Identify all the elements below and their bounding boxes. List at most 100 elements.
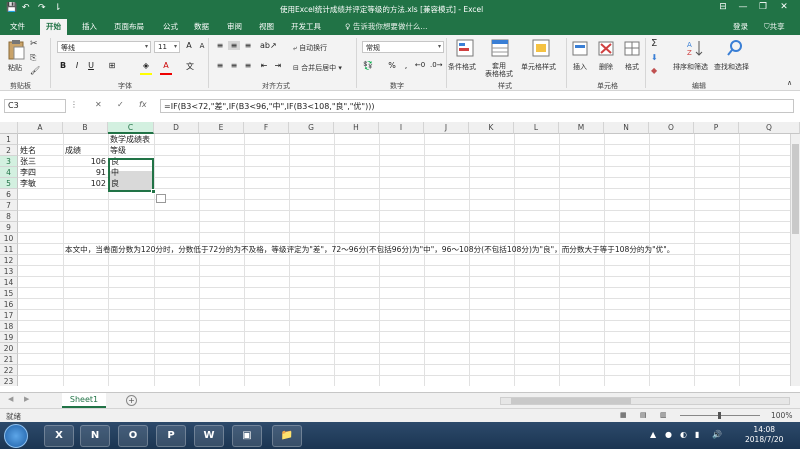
decrease-indent-icon[interactable]: ⇤ bbox=[258, 61, 270, 70]
add-sheet-button[interactable]: + bbox=[126, 395, 137, 406]
save-icon[interactable]: 💾 bbox=[6, 3, 17, 13]
taskbar-onenote-icon[interactable]: N bbox=[80, 425, 110, 447]
format-painter-icon[interactable]: 🖌 bbox=[30, 66, 40, 75]
collapse-ribbon-icon[interactable]: ∧ bbox=[787, 79, 792, 87]
underline-button[interactable]: U bbox=[85, 61, 97, 70]
horizontal-scrollbar[interactable] bbox=[500, 397, 790, 405]
increase-decimal-icon[interactable]: ←0 bbox=[414, 61, 426, 69]
tray-app-icon[interactable]: ● bbox=[665, 430, 672, 439]
col-header-a[interactable]: A bbox=[18, 122, 63, 134]
cancel-icon[interactable]: ✕ bbox=[95, 100, 102, 109]
cell-a4[interactable]: 李四 bbox=[18, 167, 38, 178]
cell-a5[interactable]: 李敏 bbox=[18, 178, 38, 189]
col-header-i[interactable]: I bbox=[379, 122, 424, 134]
find-select-button[interactable]: 查找和选择 bbox=[714, 62, 749, 72]
insert-function-icon[interactable]: fx bbox=[139, 100, 147, 109]
cell-b2[interactable]: 成绩 bbox=[63, 145, 83, 156]
cut-icon[interactable]: ✂ bbox=[30, 39, 38, 49]
row-header[interactable]: 20 bbox=[0, 343, 18, 354]
row-header[interactable]: 8 bbox=[0, 211, 18, 222]
col-header-k[interactable]: K bbox=[469, 122, 514, 134]
taskbar-explorer-icon[interactable]: 📁 bbox=[272, 425, 302, 447]
zoom-slider[interactable] bbox=[680, 412, 760, 419]
row-header[interactable]: 4 bbox=[0, 167, 18, 178]
taskbar-powerpoint-icon[interactable]: P bbox=[156, 425, 186, 447]
vertical-scroll-thumb[interactable] bbox=[792, 144, 799, 234]
col-header-e[interactable]: E bbox=[199, 122, 244, 134]
sheet-tab-sheet1[interactable]: Sheet1 bbox=[62, 393, 106, 408]
row-header[interactable]: 22 bbox=[0, 365, 18, 376]
col-header-q[interactable]: Q bbox=[739, 122, 800, 134]
col-header-n[interactable]: N bbox=[604, 122, 649, 134]
undo-icon[interactable]: ↶ bbox=[22, 3, 30, 13]
insert-cells-button[interactable]: 插入 bbox=[573, 62, 587, 72]
row-header[interactable]: 7 bbox=[0, 200, 18, 211]
col-header-g[interactable]: G bbox=[289, 122, 334, 134]
cell-b10[interactable]: 本文中，当卷面分数为120分时，分数低于72分的为不及格，等级评定为"差"，72… bbox=[63, 244, 676, 255]
row-header[interactable]: 5 bbox=[0, 178, 18, 189]
cell-styles-button[interactable]: 单元格样式 bbox=[521, 62, 556, 72]
row-header[interactable]: 9 bbox=[0, 222, 18, 233]
select-all-corner[interactable] bbox=[0, 122, 18, 134]
align-left-icon[interactable]: ≡ bbox=[214, 61, 226, 70]
border-icon[interactable]: ⊞ bbox=[106, 61, 118, 70]
format-cells-button[interactable]: 格式 bbox=[625, 62, 639, 72]
align-center-icon[interactable]: ≡ bbox=[228, 61, 240, 70]
row-header[interactable]: 21 bbox=[0, 354, 18, 365]
name-box[interactable]: C3 bbox=[4, 99, 66, 113]
zoom-knob[interactable] bbox=[718, 412, 721, 419]
taskbar-screenshot-icon[interactable]: ▣ bbox=[232, 425, 262, 447]
cell-styles-icon[interactable] bbox=[532, 39, 550, 57]
close-button[interactable]: ✕ bbox=[776, 2, 792, 12]
clear-icon[interactable]: ◆ bbox=[651, 66, 657, 75]
normal-view-icon[interactable]: ▦ bbox=[620, 411, 627, 419]
vertical-scrollbar[interactable] bbox=[790, 134, 800, 386]
ribbon-options-icon[interactable]: ⊟ bbox=[715, 2, 731, 12]
cell-c2[interactable]: 等级 bbox=[108, 145, 128, 156]
row-header[interactable]: 1 bbox=[0, 134, 18, 145]
row-header[interactable]: 12 bbox=[0, 255, 18, 266]
restore-button[interactable]: ❐ bbox=[755, 2, 771, 12]
sort-filter-button[interactable]: 排序和筛选 bbox=[673, 62, 708, 72]
find-select-icon[interactable] bbox=[726, 39, 744, 57]
col-header-h[interactable]: H bbox=[334, 122, 379, 134]
cell-b3[interactable]: 106 bbox=[63, 156, 108, 167]
col-header-l[interactable]: L bbox=[514, 122, 559, 134]
row-header[interactable]: 17 bbox=[0, 310, 18, 321]
tab-file[interactable]: 文件 bbox=[10, 21, 25, 32]
redo-icon[interactable]: ↷ bbox=[38, 3, 46, 13]
enter-icon[interactable]: ✓ bbox=[117, 100, 124, 109]
phonetic-icon[interactable]: 文 bbox=[184, 61, 196, 72]
tab-insert[interactable]: 插入 bbox=[82, 21, 97, 32]
number-format-select[interactable]: 常规 ▾ bbox=[362, 41, 444, 53]
row-header[interactable]: 16 bbox=[0, 299, 18, 310]
comma-button[interactable]: , bbox=[400, 61, 412, 70]
row-header[interactable]: 15 bbox=[0, 288, 18, 299]
col-header-f[interactable]: F bbox=[244, 122, 289, 134]
cell-a2[interactable]: 姓名 bbox=[18, 145, 38, 156]
row-header[interactable]: 3 bbox=[0, 156, 18, 167]
col-header-m[interactable]: M bbox=[559, 122, 604, 134]
scroll-right-icon[interactable]: ▶ bbox=[24, 395, 29, 403]
fill-icon[interactable]: ⬇ bbox=[651, 53, 658, 62]
align-top-icon[interactable]: ≡ bbox=[214, 41, 226, 50]
tab-view[interactable]: 视图 bbox=[259, 21, 274, 32]
tell-me-box[interactable]: ♀ 告诉我你想要做什么... bbox=[345, 21, 428, 32]
col-header-d[interactable]: D bbox=[154, 122, 199, 134]
conditional-format-icon[interactable] bbox=[456, 39, 474, 57]
font-name-select[interactable]: 等线 ▾ bbox=[57, 41, 151, 53]
row-header[interactable]: 19 bbox=[0, 332, 18, 343]
accounting-format-icon[interactable]: 💱 bbox=[362, 61, 374, 70]
spreadsheet-grid[interactable]: A B C D E F G H I J K L M N O P Q 1 2 3 … bbox=[0, 122, 800, 386]
row-header[interactable]: 2 bbox=[0, 145, 18, 156]
scroll-left-icon[interactable]: ◀ bbox=[8, 395, 13, 403]
taskbar-clock[interactable]: 14:08 2018/7/20 bbox=[745, 425, 783, 445]
share-button[interactable]: ⛉共享 bbox=[764, 21, 785, 32]
row-header[interactable]: 13 bbox=[0, 266, 18, 277]
taskbar-outlook-icon[interactable]: O bbox=[118, 425, 148, 447]
tray-volume-icon[interactable]: 🔊 bbox=[712, 430, 722, 439]
col-header-b[interactable]: B bbox=[63, 122, 108, 134]
quick-analysis-icon[interactable] bbox=[156, 194, 166, 203]
taskbar-word-icon[interactable]: W bbox=[194, 425, 224, 447]
row-header[interactable]: 10 bbox=[0, 233, 18, 244]
